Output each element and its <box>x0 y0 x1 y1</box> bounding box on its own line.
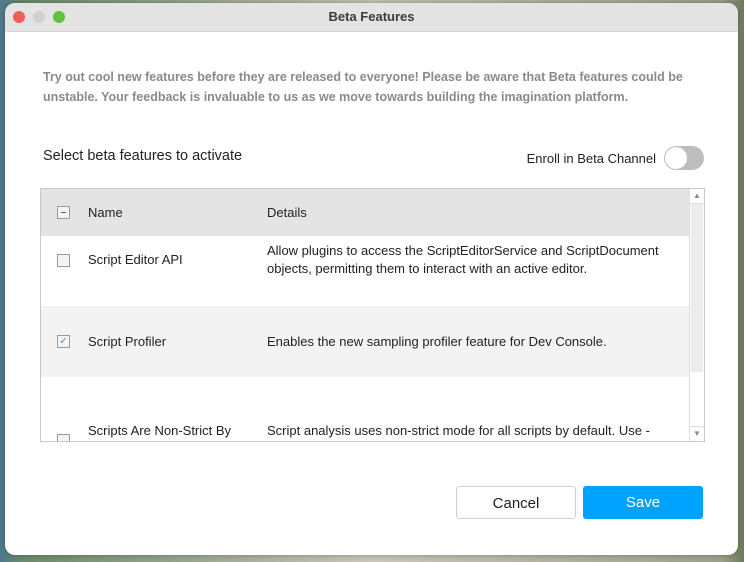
feature-name: Scripts Are Non-Strict By Default <box>88 423 232 438</box>
beta-features-dialog: Beta Features Try out cool new features … <box>5 3 738 555</box>
window-title: Beta Features <box>328 9 415 24</box>
enroll-label: Enroll in Beta Channel <box>526 150 656 166</box>
feature-details: Allow plugins to access the ScriptEditor… <box>267 243 659 276</box>
feature-checkbox[interactable] <box>57 433 70 441</box>
cancel-button[interactable]: Cancel <box>456 486 576 519</box>
toggle-knob <box>665 147 687 169</box>
column-header-details: Details <box>267 205 307 220</box>
table-row[interactable]: Scripts Are Non-Strict By Default Script… <box>41 377 704 441</box>
feature-checkbox[interactable] <box>57 253 70 267</box>
table-row[interactable]: Script Editor API Allow plugins to acces… <box>41 236 704 306</box>
feature-details: Script analysis uses non-strict mode for… <box>267 423 650 438</box>
scrollbar-thumb[interactable] <box>691 204 703 372</box>
enroll-beta-channel: Enroll in Beta Channel <box>527 146 704 170</box>
scrollbar[interactable]: ▲ ▼ <box>689 189 704 441</box>
table-header: Name Details <box>41 189 704 236</box>
select-all-checkbox[interactable] <box>57 206 70 219</box>
scroll-up-arrow-icon[interactable]: ▲ <box>690 189 704 204</box>
feature-name: Script Editor API <box>88 252 183 267</box>
scroll-down-arrow-icon[interactable]: ▼ <box>690 426 704 441</box>
save-button[interactable]: Save <box>583 486 703 519</box>
enroll-toggle[interactable] <box>664 146 704 170</box>
title-bar: Beta Features <box>5 3 738 32</box>
feature-checkbox[interactable]: ✓ <box>57 335 70 348</box>
feature-name: Script Profiler <box>88 333 167 349</box>
column-header-name: Name <box>88 205 123 220</box>
section-label: Select beta features to activate <box>43 148 243 164</box>
feature-details: Enables the new sampling profiler featur… <box>267 333 607 349</box>
intro-text: Try out cool new features before they ar… <box>43 70 683 104</box>
table-row[interactable]: ✓ Script Profiler Enables the new sampli… <box>41 306 704 377</box>
features-table: Name Details Script Editor API Allow plu… <box>40 188 705 442</box>
